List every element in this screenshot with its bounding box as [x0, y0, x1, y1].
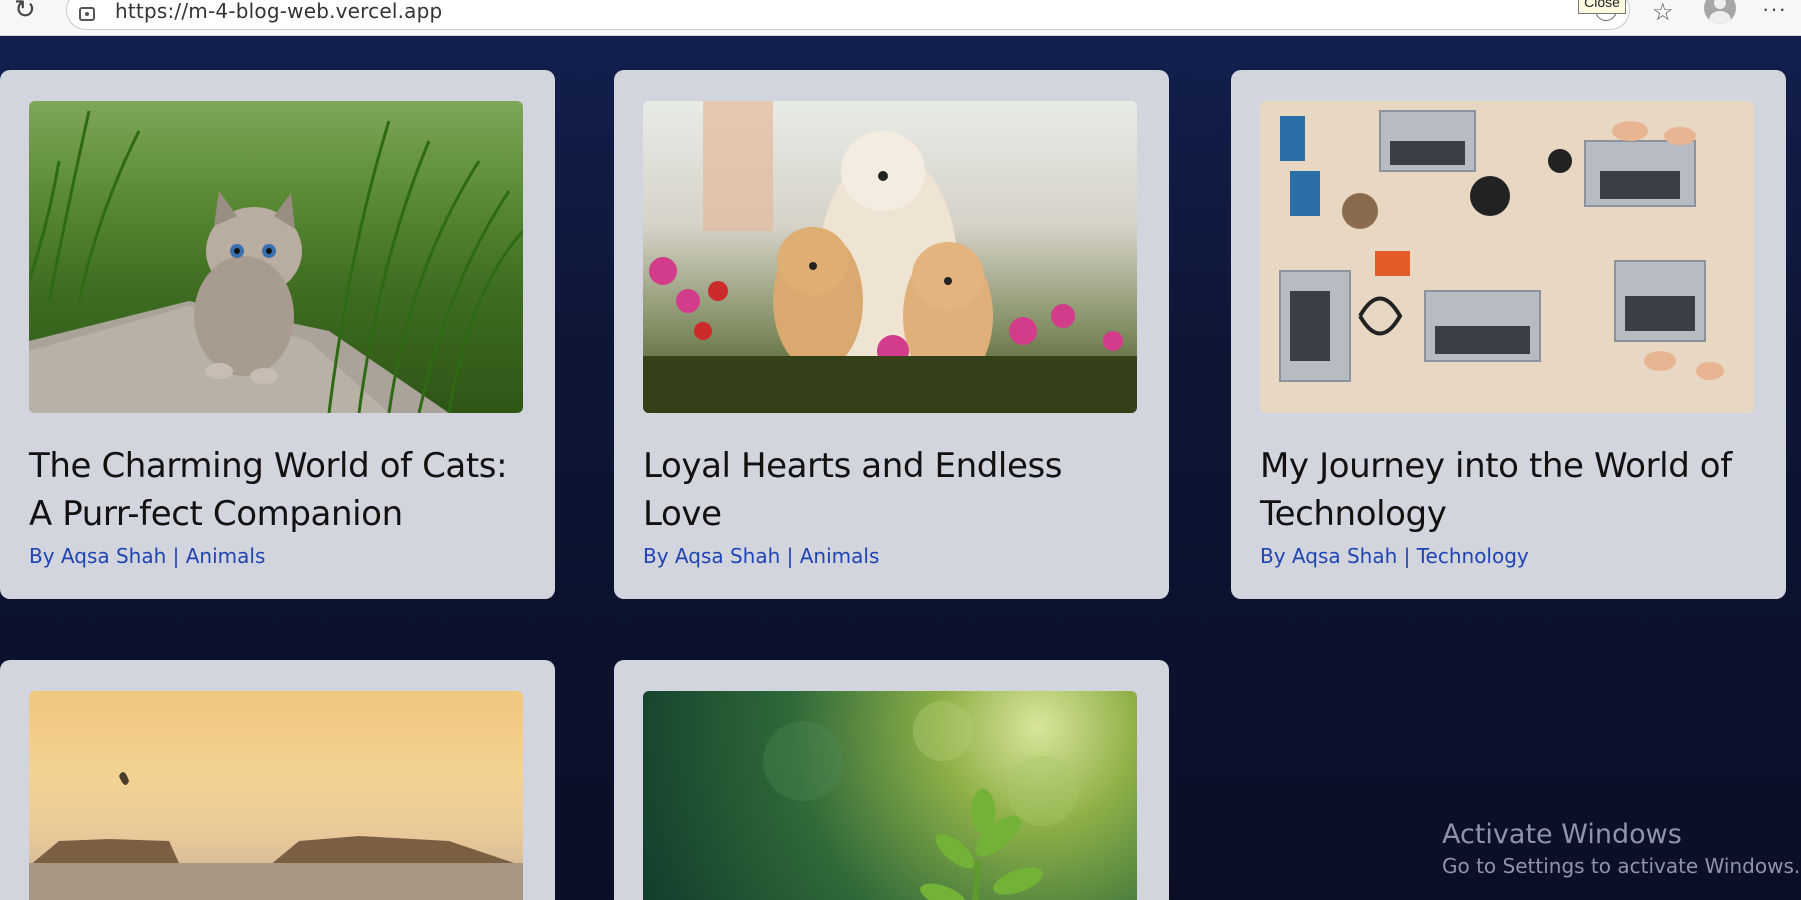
- post-image-plant[interactable]: [643, 691, 1137, 900]
- favorites-icon[interactable]: ☆: [1652, 0, 1674, 27]
- watermark-title: Activate Windows: [1442, 819, 1682, 850]
- address-bar[interactable]: https://m-4-blog-web.vercel.app ···: [66, 0, 1630, 30]
- post-card[interactable]: The Charming World of Cats: A Purr-fect …: [0, 70, 555, 599]
- more-icon[interactable]: ···: [1762, 0, 1787, 22]
- post-meta: By Aqsa Shah | Animals: [643, 544, 880, 568]
- close-tooltip: Close: [1578, 0, 1626, 14]
- profile-avatar[interactable]: [1704, 0, 1736, 24]
- post-card[interactable]: My Journey into the World of Technology …: [1231, 70, 1786, 599]
- site-info-icon[interactable]: [79, 7, 95, 21]
- windows-activation-watermark: Activate Windows Go to Settings to activ…: [1442, 818, 1800, 880]
- post-image-kitten[interactable]: [29, 101, 523, 413]
- post-title[interactable]: The Charming World of Cats: A Purr-fect …: [29, 442, 525, 538]
- post-title[interactable]: My Journey into the World of Technology: [1260, 442, 1756, 538]
- browser-toolbar: ↻ https://m-4-blog-web.vercel.app ··· Cl…: [0, 0, 1801, 36]
- post-card[interactable]: Loyal Hearts and Endless Love By Aqsa Sh…: [614, 70, 1169, 599]
- post-card[interactable]: [614, 660, 1169, 900]
- post-meta: By Aqsa Shah | Technology: [1260, 544, 1529, 568]
- watermark-subtitle: Go to Settings to activate Windows.: [1442, 854, 1801, 878]
- reload-icon[interactable]: ↻: [14, 0, 44, 24]
- post-title[interactable]: Loyal Hearts and Endless Love: [643, 442, 1139, 538]
- post-meta: By Aqsa Shah | Animals: [29, 544, 266, 568]
- post-image-laptops[interactable]: [1260, 101, 1754, 413]
- post-image-puppies[interactable]: [643, 101, 1137, 413]
- post-image-sunset[interactable]: [29, 691, 523, 900]
- url-text[interactable]: https://m-4-blog-web.vercel.app: [115, 0, 442, 23]
- post-card[interactable]: [0, 660, 555, 900]
